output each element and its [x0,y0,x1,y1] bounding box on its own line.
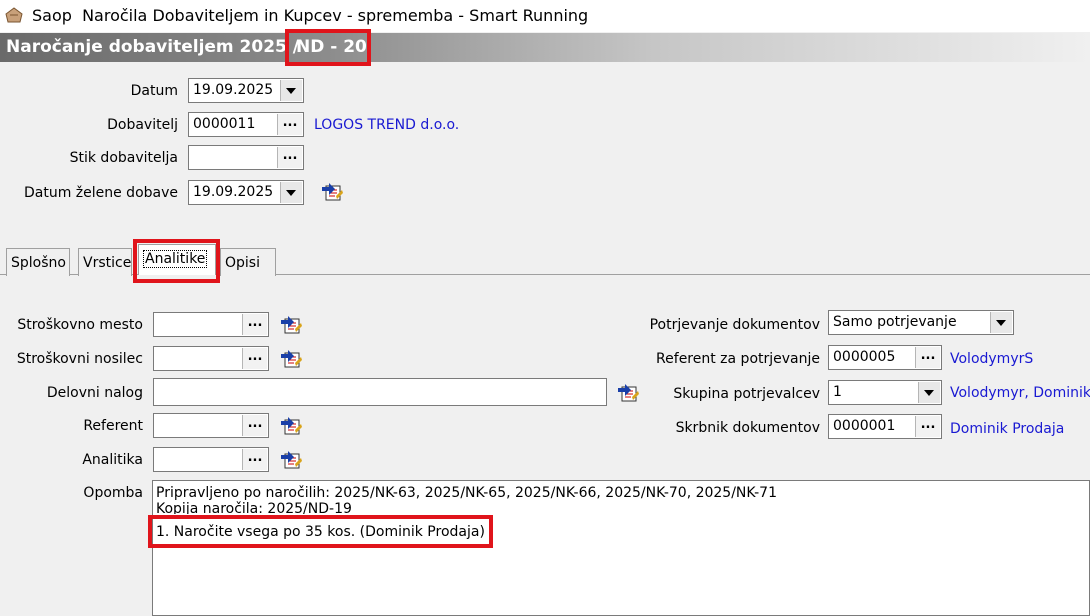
skupina-label: Skupina potrjevalcev [673,386,820,402]
datum-dobave-label: Datum želene dobave [23,185,178,201]
dropdown-arrow-icon[interactable] [280,80,302,101]
ellipsis-icon[interactable]: ... [915,347,940,368]
tab-label: Vrstice [83,255,132,271]
opomba-textarea[interactable]: Pripravljeno po naročilih: 2025/NK-63, 2… [152,480,1090,616]
ellipsis-icon[interactable]: ... [242,415,267,436]
picker-icon[interactable] [279,313,303,335]
referent-potrj-value: 0000005 [833,349,896,365]
skrbnik-value: 0000001 [833,418,896,434]
document-number: ND - 20 [296,37,367,57]
stik-field[interactable]: ... [188,145,304,170]
tab-opisi[interactable]: Opisi [220,248,276,276]
datum-field[interactable]: 19.09.2025 [188,78,304,103]
stroskovni-nosilec-field[interactable]: ... [153,346,269,371]
stroskovni-nosilec-label: Stroškovni nosilec [16,351,143,367]
ellipsis-icon[interactable]: ... [242,314,267,335]
referent-potrj-field[interactable]: 0000005 ... [828,345,942,370]
datum-value: 19.09.2025 [193,82,274,98]
skupina-select[interactable]: 1 [828,380,942,405]
opomba-line: Pripravljeno po naročilih: 2025/NK-63, 2… [156,485,777,501]
dobavitelj-name[interactable]: LOGOS TREND d.o.o. [314,117,459,133]
app-name: Saop [32,6,72,25]
ellipsis-icon[interactable]: ... [242,449,267,470]
document-type: Naročanje dobaviteljem 2025 / [6,37,300,57]
app-icon [5,7,23,23]
skupina-name[interactable]: Volodymyr, Dominik [950,385,1090,401]
potrjevanje-select[interactable]: Samo potrjevanje [828,310,1014,335]
delovni-nalog-field[interactable] [153,378,607,406]
ellipsis-icon[interactable]: ... [242,348,267,369]
dobavitelj-value: 0000011 [193,116,256,132]
referent-potrj-name[interactable]: VolodymyrS [950,351,1033,367]
opomba-highlight [148,515,493,548]
delovni-nalog-label: Delovni nalog [46,385,143,401]
document-header: Naročanje dobaviteljem 2025 / [0,33,1090,62]
skrbnik-label: Skrbnik dokumentov [675,420,820,436]
tab-label: Opisi [225,255,260,271]
tab-splosno[interactable]: Splošno [6,248,70,276]
skrbnik-field[interactable]: 0000001 ... [828,414,942,439]
dobavitelj-label: Dobavitelj [107,117,178,133]
document-title: Naročanje dobaviteljem 2025 / [6,37,299,57]
dropdown-arrow-icon[interactable] [280,182,302,203]
analitika-field[interactable]: ... [153,447,269,472]
ellipsis-icon[interactable]: ... [277,147,302,168]
analitika-label: Analitika [82,452,143,468]
dropdown-arrow-icon[interactable] [990,312,1012,333]
potrjevanje-value: Samo potrjevanje [833,314,957,330]
datum-dobave-field[interactable]: 19.09.2025 [188,180,304,205]
datum-dobave-value: 19.09.2025 [193,184,274,200]
ellipsis-icon[interactable]: ... [915,416,940,437]
opomba-line: Kopija naročila: 2025/ND-19 [156,501,352,514]
skupina-value: 1 [833,384,842,400]
picker-icon[interactable] [320,180,344,202]
potrjevanje-label: Potrjevanje dokumentov [649,317,820,333]
stroskovno-mesto-label: Stroškovno mesto [17,317,143,333]
window-title-text: Naročila Dobaviteljem in Kupcev - spreme… [82,6,589,25]
tab-highlight [133,239,220,283]
tab-vrstice[interactable]: Vrstice [78,248,132,276]
tab-label: Splošno [11,255,66,271]
dobavitelj-field[interactable]: 0000011 ... [188,112,304,137]
dropdown-arrow-icon[interactable] [918,382,940,403]
skrbnik-name[interactable]: Dominik Prodaja [950,421,1064,437]
picker-icon[interactable] [279,414,303,436]
referent-label: Referent [83,418,143,434]
stik-label: Stik dobavitelja [69,150,178,166]
referent-field[interactable]: ... [153,413,269,438]
datum-label: Datum [130,83,178,99]
stroskovno-mesto-field[interactable]: ... [153,312,269,337]
window-titlebar: Saop Naročila Dobaviteljem in Kupcev - s… [0,0,1090,32]
picker-icon[interactable] [279,448,303,470]
window-title: Saop Naročila Dobaviteljem in Kupcev - s… [32,6,588,25]
ellipsis-icon[interactable]: ... [277,114,302,135]
opomba-label: Opomba [83,485,143,501]
picker-icon[interactable] [279,347,303,369]
referent-potrj-label: Referent za potrjevanje [656,351,820,367]
